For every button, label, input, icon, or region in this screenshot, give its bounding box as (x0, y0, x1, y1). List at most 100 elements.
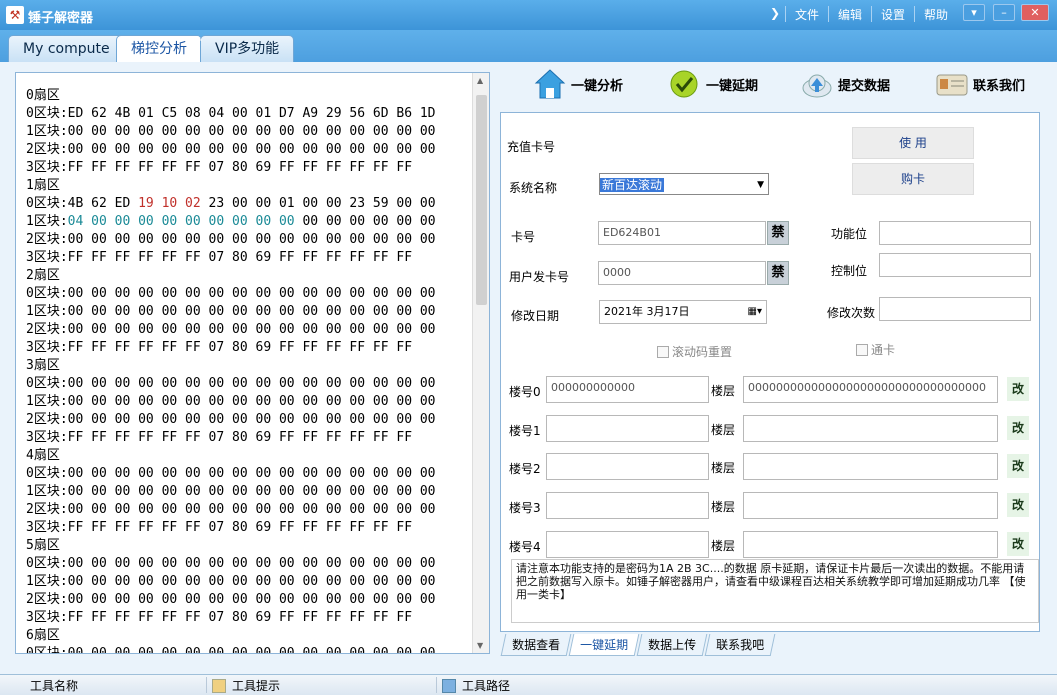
card-number-input[interactable]: ED624B01 (598, 221, 766, 245)
recharge-card-label: 充值卡号 (507, 140, 556, 154)
building-input[interactable] (546, 415, 709, 442)
user-card-ban-button[interactable]: 禁 (767, 261, 789, 285)
home-icon (533, 67, 567, 101)
floor-label: 楼层 (711, 384, 736, 398)
floor-label: 楼层 (711, 500, 736, 514)
checkbox-box[interactable] (856, 343, 868, 356)
modify-count-label: 修改次数 (827, 306, 876, 320)
use-button[interactable]: 使 用 (852, 127, 974, 159)
tab-my-compute[interactable]: My compute (8, 35, 125, 62)
menu-help[interactable]: 帮助 (924, 6, 948, 23)
floor-input[interactable] (743, 531, 998, 558)
scrollbar-thumb[interactable] (476, 95, 487, 305)
status-bar: 工具名称 工具提示 工具路径 (0, 674, 1057, 695)
extend-label: 一键延期 (706, 78, 759, 94)
analyze-button[interactable]: 一键分析 (533, 66, 623, 102)
hex-line: 3扇区 (26, 358, 60, 373)
hex-line: 1区块:00 00 00 00 00 00 00 00 00 00 00 00 … (26, 394, 436, 409)
hex-line: 0区块:00 00 00 00 00 00 00 00 00 00 00 00 … (26, 556, 436, 571)
building-label: 楼号4 (509, 540, 541, 554)
buy-card-button[interactable]: 购卡 (852, 163, 974, 195)
tab-one-key-extend[interactable]: 一键延期 (568, 634, 640, 656)
hex-segment: 1区块: (26, 214, 68, 229)
tab-one-key-extend-label: 一键延期 (580, 638, 629, 652)
hex-line: 6扇区 (26, 628, 60, 643)
check-circle-icon (668, 67, 702, 101)
scroll-down-icon[interactable]: ▼ (477, 641, 483, 650)
chevron-right-icon[interactable]: ❯ (770, 6, 780, 20)
floor-input[interactable]: 0000000000000000000000000000000000 (743, 376, 998, 403)
tab-vip[interactable]: VIP多功能 (200, 35, 295, 62)
tab-data-upload[interactable]: 数据上传 (636, 634, 708, 656)
pass-card-checkbox[interactable]: 通卡 (856, 341, 895, 358)
tab-data-upload-label: 数据上传 (648, 638, 697, 652)
modify-row-button[interactable]: 改 (1007, 532, 1029, 556)
modify-row-button[interactable]: 改 (1007, 416, 1029, 440)
building-input[interactable] (546, 531, 709, 558)
minimize-icon[interactable]: – (993, 4, 1015, 21)
modify-row-button[interactable]: 改 (1007, 377, 1029, 401)
new-tab-icon[interactable]: + (193, 33, 203, 47)
modify-count-input[interactable] (879, 297, 1031, 321)
hex-line: 2区块:00 00 00 00 00 00 00 00 00 00 00 00 … (26, 592, 436, 607)
close-icon[interactable]: ✕ (1021, 4, 1049, 21)
building-input[interactable] (546, 492, 709, 519)
control-bit-label: 控制位 (831, 264, 868, 278)
checkbox-box[interactable] (657, 345, 669, 358)
tab-contact-me-label: 联系我吧 (716, 638, 765, 652)
system-name-select[interactable]: 新百达滚动 ▼ (599, 173, 769, 195)
calendar-icon[interactable]: ▦▾ (748, 301, 762, 323)
control-bit-input[interactable] (879, 253, 1031, 277)
menu-edit[interactable]: 编辑 (838, 6, 862, 23)
extend-button[interactable]: 一键延期 (668, 66, 758, 102)
vertical-scrollbar[interactable]: ▲ ▼ (472, 73, 489, 653)
hex-segment: 04 00 00 00 00 00 00 00 00 00 (67, 214, 295, 229)
submit-label: 提交数据 (838, 78, 891, 94)
card-ban-button[interactable]: 禁 (767, 221, 789, 245)
dropdown-arrow-icon[interactable]: ▼ (757, 174, 764, 196)
building-label: 楼号2 (509, 462, 541, 476)
menu-settings[interactable]: 设置 (881, 6, 905, 23)
tab-contact-me[interactable]: 联系我吧 (704, 634, 776, 656)
tab-elevator-analysis[interactable]: 梯控分析 (116, 35, 202, 62)
bottom-tabs: 数据查看 一键延期 数据上传 联系我吧 (500, 634, 776, 656)
status-tool-path: 工具路径 (442, 677, 510, 694)
modify-row-button[interactable]: 改 (1007, 493, 1029, 517)
roll-reset-checkbox[interactable]: 滚动码重置 (657, 343, 732, 360)
hex-line: 1区块:04 00 00 00 00 00 00 00 00 00 00 00 … (26, 213, 436, 231)
function-bit-label: 功能位 (831, 227, 868, 241)
menu-dropdown-icon[interactable]: ▾ (963, 4, 985, 21)
hex-line: 3区块:FF FF FF FF FF FF 07 80 69 FF FF FF … (26, 430, 413, 445)
building-input[interactable] (546, 453, 709, 480)
hex-line: 5扇区 (26, 538, 60, 553)
contact-label: 联系我们 (973, 78, 1026, 94)
hex-line: 0区块:00 00 00 00 00 00 00 00 00 00 00 00 … (26, 646, 436, 654)
hex-line: 0扇区 (26, 88, 60, 103)
function-bit-input[interactable] (879, 221, 1031, 245)
scroll-up-icon[interactable]: ▲ (477, 76, 483, 85)
hex-dump-panel[interactable]: 0扇区 0区块:ED 62 4B 01 C5 08 04 00 01 D7 A9 … (15, 72, 490, 654)
hex-line: 0区块:ED 62 4B 01 C5 08 04 00 01 D7 A9 29 … (26, 106, 436, 121)
floor-input[interactable] (743, 492, 998, 519)
modify-date-picker[interactable]: 2021年 3月17日 ▦▾ (599, 300, 767, 324)
main-area: 0扇区 0区块:ED 62 4B 01 C5 08 04 00 01 D7 A9 … (0, 62, 1057, 674)
modify-date-value: 2021年 3月17日 (604, 305, 690, 318)
status-tool-tip-text: 工具提示 (232, 679, 281, 693)
hex-line: 0区块:4B 62 ED 19 10 02 23 00 00 01 00 00 … (26, 195, 436, 213)
modify-row-button[interactable]: 改 (1007, 454, 1029, 478)
tab-data-view[interactable]: 数据查看 (500, 634, 572, 656)
menu-file[interactable]: 文件 (795, 6, 819, 23)
hex-line: 0区块:00 00 00 00 00 00 00 00 00 00 00 00 … (26, 466, 436, 481)
submit-data-button[interactable]: 提交数据 (800, 66, 890, 102)
hex-line: 3区块:FF FF FF FF FF FF 07 80 69 FF FF FF … (26, 340, 413, 355)
analyze-label: 一键分析 (571, 78, 624, 94)
extend-form-panel: 充值卡号 使 用 系统名称 新百达滚动 ▼ 购卡 卡号 ED624B01 禁 功… (500, 112, 1040, 632)
roll-reset-label: 滚动码重置 (672, 345, 733, 359)
floor-input[interactable] (743, 453, 998, 480)
building-input[interactable]: 000000000000 (546, 376, 709, 403)
cloud-upload-icon (800, 67, 834, 101)
contact-us-button[interactable]: 联系我们 (935, 66, 1025, 102)
user-card-input[interactable]: 0000 (598, 261, 766, 285)
floor-input[interactable] (743, 415, 998, 442)
floor-label: 楼层 (711, 423, 736, 437)
